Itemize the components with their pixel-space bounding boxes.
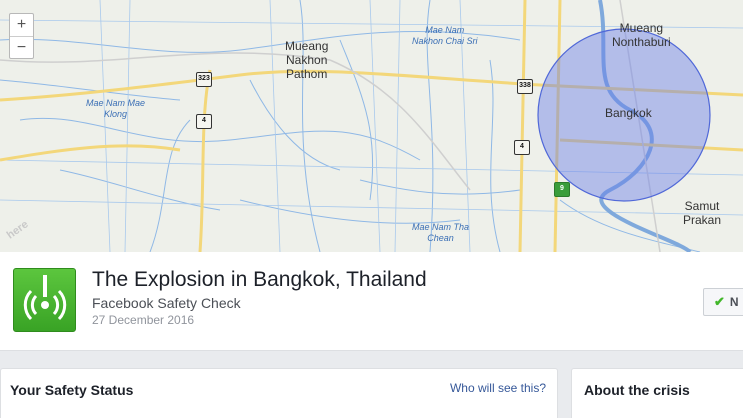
mark-safe-label: N <box>729 295 739 309</box>
water-label-nakhon-chai-sri: Mae Nam Nakhon Chai Sri <box>412 25 478 46</box>
zoom-in-button[interactable]: + <box>10 14 33 36</box>
road-shield-323: 323 <box>196 72 212 87</box>
about-crisis-panel: About the crisis <box>571 368 743 418</box>
event-header: The Explosion in Bangkok, Thailand Faceb… <box>0 252 743 351</box>
safety-status-panel: Your Safety Status Who will see this? <box>0 368 558 418</box>
road-shield-9: 9 <box>554 182 570 197</box>
crisis-map[interactable]: + − Mueang Nakhon Pathom Mueang Nonthabu… <box>0 0 743 252</box>
about-crisis-title: About the crisis <box>584 382 690 398</box>
road-shield-4-east: 4 <box>514 140 530 155</box>
mark-safe-button[interactable]: ✔ N <box>703 288 743 316</box>
safety-check-page: + − Mueang Nakhon Pathom Mueang Nonthabu… <box>0 0 743 418</box>
zoom-out-button[interactable]: − <box>10 36 33 58</box>
zoom-control: + − <box>9 13 34 59</box>
event-date: 27 December 2016 <box>92 313 195 327</box>
safety-status-title: Your Safety Status <box>10 382 134 398</box>
safety-check-icon <box>13 268 76 332</box>
water-label-mae-klong: Mae Nam Mae Klong <box>86 98 146 119</box>
event-title: The Explosion in Bangkok, Thailand <box>92 268 427 291</box>
road-shield-338: 338 <box>517 79 533 94</box>
city-label-nonthaburi: Mueang Nonthaburi <box>612 21 671 49</box>
city-label-samut-prakan: Samut Prakan <box>683 199 722 227</box>
event-source: Facebook Safety Check <box>92 295 241 311</box>
road-shield-4: 4 <box>196 114 212 129</box>
who-will-see-link[interactable]: Who will see this? <box>450 381 546 395</box>
check-icon: ✔ <box>714 294 725 309</box>
city-label-bangkok: Bangkok <box>605 106 652 120</box>
city-label-nakhon-pathom: Mueang Nakhon Pathom <box>285 39 329 81</box>
water-label-tha-chean: Mae Nam Tha Chean <box>412 222 470 243</box>
